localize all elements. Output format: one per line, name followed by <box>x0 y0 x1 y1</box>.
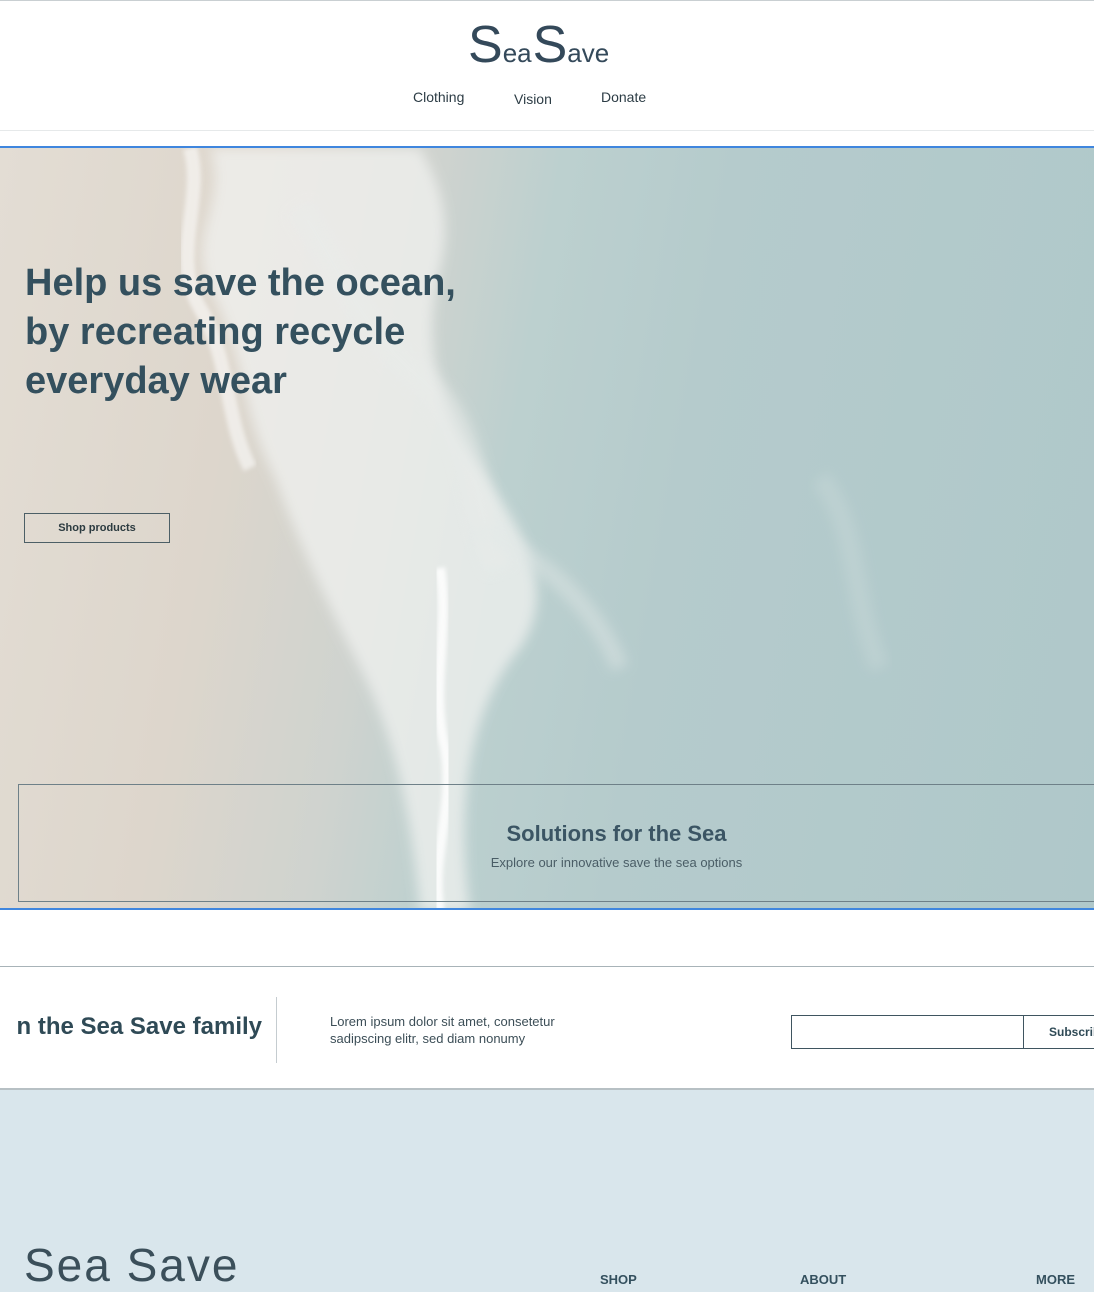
site-header: SeaSave Clothing Vision Donate <box>0 1 1094 131</box>
newsletter-description: Lorem ipsum dolor sit amet, consetetur s… <box>330 1014 555 1046</box>
logo-letter: S <box>532 16 568 74</box>
logo-letter: S <box>468 16 503 74</box>
main-nav: Clothing Vision Donate <box>0 89 1094 109</box>
solutions-title: Solutions for the Sea <box>506 821 727 846</box>
hero-headline: Help us save the ocean, by recreating re… <box>25 262 456 402</box>
nav-item-donate[interactable]: Donate <box>601 89 646 105</box>
shop-products-button[interactable]: Shop products <box>24 513 170 543</box>
footer-logo[interactable]: Sea Save <box>24 1238 239 1292</box>
solutions-subtitle: Explore our innovative save the sea opti… <box>490 855 743 870</box>
site-footer: Sea Save SHOP ABOUT MORE <box>0 1090 1094 1292</box>
footer-link-about[interactable]: ABOUT <box>800 1272 846 1287</box>
footer-link-shop[interactable]: SHOP <box>600 1272 637 1287</box>
nav-item-vision[interactable]: Vision <box>514 91 552 107</box>
footer-link-more[interactable]: MORE <box>1036 1272 1075 1287</box>
logo-letters: ea <box>502 38 532 68</box>
nav-item-clothing[interactable]: Clothing <box>413 89 464 105</box>
logo-letters: ave <box>567 38 610 68</box>
newsletter-heading: n the Sea Save family <box>16 1013 262 1040</box>
newsletter-section: n the Sea Save family Lorem ipsum dolor … <box>0 966 1094 1090</box>
solutions-banner[interactable]: Solutions for the Sea Explore our innova… <box>18 784 1094 902</box>
email-field[interactable] <box>791 1015 1024 1049</box>
vertical-divider <box>276 997 277 1063</box>
subscribe-button[interactable]: Subscribe <box>1023 1015 1094 1049</box>
hero-section: Help us save the ocean, by recreating re… <box>0 146 1094 910</box>
site-logo[interactable]: SeaSave <box>468 17 628 73</box>
